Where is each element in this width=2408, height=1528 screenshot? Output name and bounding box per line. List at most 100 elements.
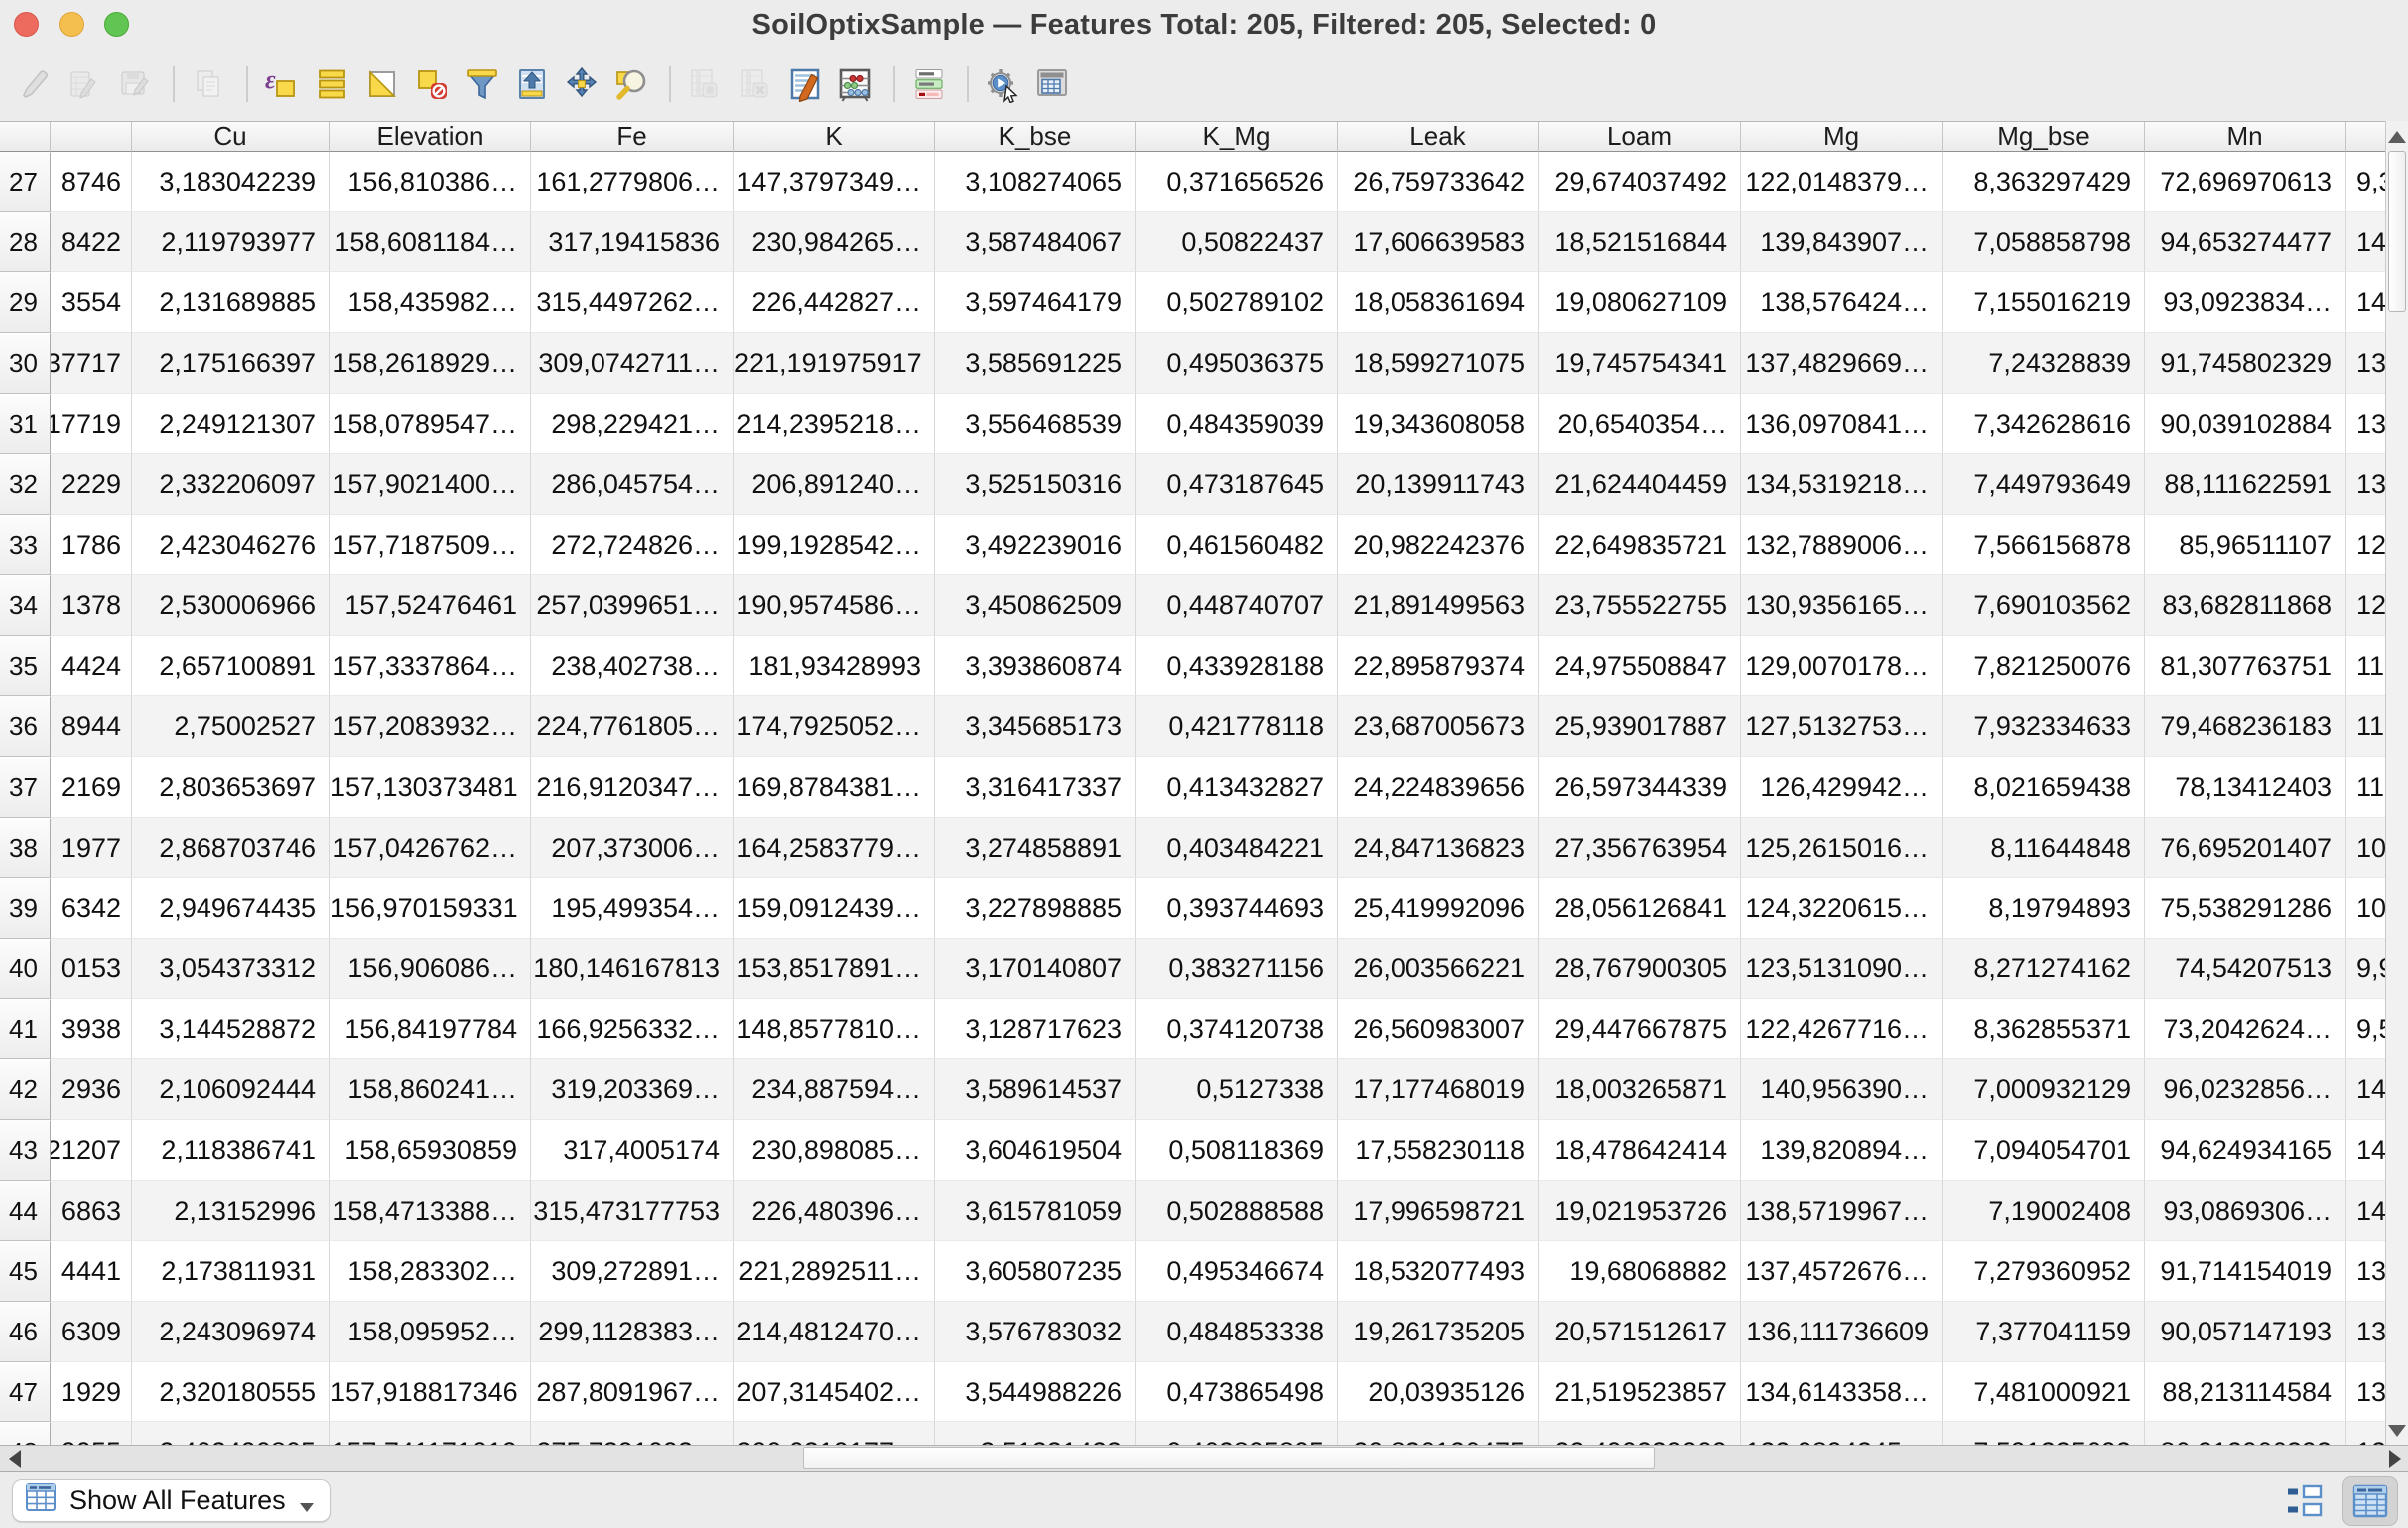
table-cell[interactable]: 83,682811868 <box>2145 575 2346 636</box>
table-cell[interactable]: 180,146167813 <box>531 939 734 999</box>
row-number[interactable]: 40 <box>0 939 51 999</box>
table-cell[interactable]: 195,499354… <box>531 878 734 939</box>
column-header-leak[interactable]: Leak <box>1338 122 1539 152</box>
row-number[interactable]: 30 <box>0 333 51 394</box>
table-cell[interactable]: 158,4713388… <box>330 1181 531 1242</box>
table-cell[interactable]: 157,918817346 <box>330 1362 531 1423</box>
row-number[interactable]: 38 <box>0 818 51 879</box>
table-cell[interactable]: 22,895879374 <box>1338 636 1539 697</box>
table-cell[interactable]: 309,0742711… <box>531 333 734 394</box>
table-cell[interactable]: 158,2618929… <box>330 333 531 394</box>
table-cell[interactable]: 2,75002527 <box>132 696 330 757</box>
table-cell[interactable]: 7,690103562 <box>1943 575 2145 636</box>
table-cell[interactable]: 8,362855371 <box>1943 999 2145 1060</box>
table-cell[interactable]: 26,597344339 <box>1539 757 1741 818</box>
column-header-clipped[interactable] <box>51 122 132 152</box>
scroll-up-arrow-icon[interactable] <box>2388 131 2406 143</box>
table-cell[interactable]: 0,462805805 <box>1136 1422 1338 1445</box>
table-cell[interactable]: 18,478642414 <box>1539 1120 1741 1181</box>
table-cell[interactable]: 166,9256332… <box>531 999 734 1060</box>
table-cell[interactable]: 159,0912439… <box>734 878 935 939</box>
row-number[interactable]: 28 <box>0 212 51 273</box>
table-cell[interactable]: 157,741171019 <box>330 1422 531 1445</box>
table-cell[interactable]: 76,695201407 <box>2145 818 2346 879</box>
table-cell[interactable]: 199,1928542… <box>734 515 935 575</box>
table-cell[interactable]: 169,8784381… <box>734 757 935 818</box>
table-cell[interactable]: 139,820894… <box>1741 1120 1943 1181</box>
table-cell[interactable]: 157,52476461 <box>330 575 531 636</box>
column-header-k_bse[interactable]: K_bse <box>935 122 1136 152</box>
column-header-k_mg[interactable]: K_Mg <box>1136 122 1338 152</box>
table-cell[interactable]: 3,544988226 <box>935 1362 1136 1423</box>
row-number[interactable]: 29 <box>0 272 51 333</box>
table-cell[interactable]: 127,5132753… <box>1741 696 1943 757</box>
table-cell[interactable]: 3938 <box>51 999 132 1060</box>
table-cell[interactable]: 3,227898885 <box>935 878 1136 939</box>
table-cell[interactable]: 18,599271075 <box>1338 333 1539 394</box>
table-cell[interactable]: 157,0426762… <box>330 818 531 879</box>
table-cell[interactable]: 156,970159331 <box>330 878 531 939</box>
table-cell[interactable]: 134,6143358… <box>1741 1362 1943 1423</box>
column-header-k[interactable]: K <box>734 122 935 152</box>
table-cell[interactable]: 24,224839656 <box>1338 757 1539 818</box>
table-cell[interactable]: 0,50822437 <box>1136 212 1338 273</box>
table-cell[interactable]: 3,525150316 <box>935 454 1136 515</box>
table-cell[interactable]: 8,271274162 <box>1943 939 2145 999</box>
table-cell[interactable]: 319,203369… <box>531 1059 734 1120</box>
table-cell[interactable]: 1977 <box>51 818 132 879</box>
table-cell[interactable]: 3,144528872 <box>132 999 330 1060</box>
table-cell[interactable]: 234,887594… <box>734 1059 935 1120</box>
table-cell[interactable]: 0,502789102 <box>1136 272 1338 333</box>
table-cell[interactable]: 8746 <box>51 152 132 212</box>
table-cell[interactable]: 147,3797349… <box>734 152 935 212</box>
horizontal-scrollbar[interactable] <box>0 1445 2408 1472</box>
table-cell[interactable]: 315,4497262… <box>531 272 734 333</box>
table-cell[interactable]: 138,576424… <box>1741 272 1943 333</box>
table-cell[interactable]: 20,982242376 <box>1338 515 1539 575</box>
table-cell[interactable]: 2,402490805 <box>132 1422 330 1445</box>
table-cell[interactable]: 0,433928188 <box>1136 636 1338 697</box>
table-cell[interactable]: 174,7925052… <box>734 696 935 757</box>
row-number[interactable]: 34 <box>0 575 51 636</box>
table-cell[interactable]: 3,183042239 <box>132 152 330 212</box>
table-cell[interactable]: 2,119793977 <box>132 212 330 273</box>
filter-form-icon[interactable] <box>459 60 505 108</box>
table-cell[interactable]: 126,429942… <box>1741 757 1943 818</box>
table-cell[interactable]: 3,587484067 <box>935 212 1136 273</box>
table-cell[interactable]: 7,155016219 <box>1943 272 2145 333</box>
table-cell[interactable]: 1929 <box>51 1362 132 1423</box>
table-cell[interactable]: 18,003265871 <box>1539 1059 1741 1120</box>
row-number[interactable]: 27 <box>0 152 51 212</box>
row-number[interactable]: 31 <box>0 394 51 455</box>
table-cell[interactable]: 157,3337864… <box>330 636 531 697</box>
table-cell[interactable]: 20,571512617 <box>1539 1302 1741 1362</box>
table-cell[interactable]: 0,473187645 <box>1136 454 1338 515</box>
table-cell[interactable]: 158,860241… <box>330 1059 531 1120</box>
table-cell[interactable]: 91,714154019 <box>2145 1241 2346 1302</box>
row-number[interactable]: 32 <box>0 454 51 515</box>
table-cell[interactable]: 24,847136823 <box>1338 818 1539 879</box>
table-cell[interactable]: 0,421778118 <box>1136 696 1338 757</box>
table-cell[interactable]: 298,229421… <box>531 394 734 455</box>
column-header-loam[interactable]: Loam <box>1539 122 1741 152</box>
row-number[interactable]: 42 <box>0 1059 51 1120</box>
conditional-formatting-icon[interactable] <box>906 60 952 108</box>
table-cell[interactable]: 3,597464179 <box>935 272 1136 333</box>
table-cell[interactable]: 8,021659438 <box>1943 757 2145 818</box>
table-cell[interactable]: 0,403484221 <box>1136 818 1338 879</box>
table-cell[interactable]: 86,212066393 <box>2145 1422 2346 1445</box>
row-number[interactable]: 35 <box>0 636 51 697</box>
table-cell[interactable]: 2169 <box>51 757 132 818</box>
table-cell[interactable]: 17,177468019 <box>1338 1059 1539 1120</box>
table-cell[interactable]: 2,530006966 <box>132 575 330 636</box>
table-cell[interactable]: 4424 <box>51 636 132 697</box>
vertical-scrollbar-thumb[interactable] <box>2388 151 2406 312</box>
table-cell[interactable]: 3,585691225 <box>935 333 1136 394</box>
deselect-all-icon[interactable] <box>409 60 455 108</box>
table-cell[interactable]: 214,4812470… <box>734 1302 935 1362</box>
table-cell[interactable]: 136,0970841… <box>1741 394 1943 455</box>
table-cell[interactable]: 17,606639583 <box>1338 212 1539 273</box>
table-cell[interactable]: 7,591335693 <box>1943 1422 2145 1445</box>
row-number[interactable]: 46 <box>0 1302 51 1362</box>
invert-selection-icon[interactable] <box>359 60 405 108</box>
